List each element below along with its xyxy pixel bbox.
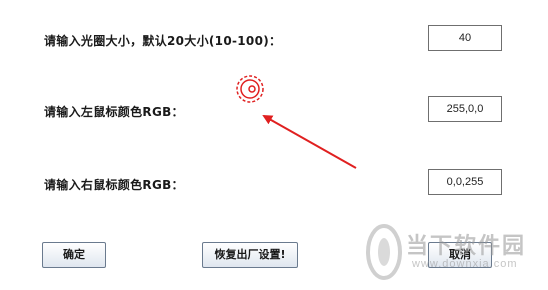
cursor-circle-icon [236, 75, 264, 103]
annotation-overlay [236, 75, 357, 169]
annotation-arrow-icon [262, 115, 357, 169]
